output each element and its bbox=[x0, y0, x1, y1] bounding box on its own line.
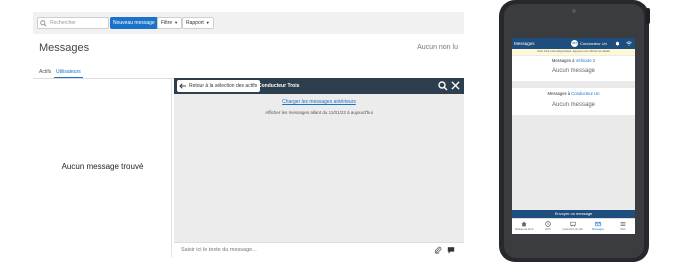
chevron-down-icon: ▼ bbox=[174, 20, 179, 25]
nav-item-dashboard[interactable]: Tableau de bord bbox=[512, 220, 536, 231]
tab-bar: Actifs Utilisateurs bbox=[33, 65, 464, 79]
message-card[interactable]: Messages à Conducteur Un Aucun message bbox=[512, 88, 635, 115]
user-name[interactable]: Conducteur Un bbox=[580, 38, 607, 49]
tablet-screen: Messages CU Conducteur Un Votre GO1 a ét… bbox=[512, 38, 635, 234]
search-placeholder: Rechercher bbox=[50, 20, 76, 26]
message-input-placeholder: Saisir ici le texte du message... bbox=[181, 247, 257, 253]
toolbar: Rechercher Nouveau message Filtre ▼ Rappo… bbox=[33, 12, 464, 34]
nav-item-messages[interactable]: Messages bbox=[586, 220, 610, 231]
new-message-button[interactable]: Nouveau message bbox=[110, 17, 158, 29]
card-heading: Messages à Conducteur Un bbox=[512, 91, 635, 96]
card-body: Aucun message bbox=[551, 68, 596, 74]
tablet-device: Messages CU Conducteur Un Votre GO1 a ét… bbox=[499, 0, 649, 262]
nav-item-more[interactable]: Plus bbox=[611, 220, 635, 231]
card-body: Aucun message bbox=[551, 102, 596, 108]
nav-item-inspection[interactable]: Inspection du véh. bbox=[561, 220, 585, 231]
message-card[interactable]: Messages à Véhicule 2 Aucun message bbox=[512, 56, 635, 81]
camera bbox=[572, 9, 576, 13]
page-title: Messages bbox=[39, 42, 90, 54]
nav-label: Plus bbox=[620, 228, 626, 231]
bell-icon[interactable] bbox=[615, 41, 620, 46]
nav-label: Tableau de bord bbox=[514, 228, 534, 231]
filter-dropdown[interactable]: Filtre ▼ bbox=[157, 17, 183, 29]
send-message-button[interactable]: Envoyer un message bbox=[512, 210, 635, 218]
mail-icon bbox=[595, 221, 601, 227]
back-label: Retour à la sélection des actifs bbox=[189, 83, 258, 89]
desktop-app: Rechercher Nouveau message Filtre ▼ Rappo… bbox=[33, 12, 464, 257]
back-to-assets-button[interactable]: Retour à la sélection des actifs bbox=[177, 80, 261, 92]
search-icon bbox=[40, 20, 47, 27]
nav-label: HOS bbox=[545, 228, 551, 231]
mobile-header: Messages CU Conducteur Un bbox=[512, 38, 635, 49]
tablet-side-button bbox=[646, 8, 650, 24]
search-icon[interactable] bbox=[438, 81, 448, 91]
conversation-name: Conducteur Trois bbox=[258, 83, 300, 89]
bottom-nav: Tableau de bord HOS Inspection du véh. M… bbox=[512, 218, 635, 234]
menu-icon bbox=[620, 222, 626, 226]
mobile-title: Messages bbox=[514, 41, 535, 46]
truck-icon bbox=[570, 221, 576, 227]
card-target-link[interactable]: Conducteur Un bbox=[571, 91, 599, 96]
load-previous-link[interactable]: Charger les messages antérieurs bbox=[174, 99, 464, 105]
unread-status: Aucun non lu bbox=[417, 44, 458, 51]
message-send-icon[interactable] bbox=[447, 246, 455, 254]
message-input[interactable]: Saisir ici le texte du message... bbox=[174, 242, 464, 257]
wifi-icon bbox=[626, 41, 632, 46]
date-range-info: Afficher les messages allant du 11/01/22… bbox=[265, 110, 373, 115]
report-dropdown[interactable]: Rapport ▼ bbox=[182, 17, 214, 29]
conversation-header: Retour à la sélection des actifs Conduct… bbox=[174, 78, 464, 94]
close-icon[interactable] bbox=[451, 81, 460, 90]
nav-item-hos[interactable]: HOS bbox=[536, 220, 560, 231]
tab-actifs[interactable]: Actifs bbox=[37, 67, 53, 77]
paperclip-icon[interactable] bbox=[434, 246, 442, 254]
card-prefix: Messages à bbox=[551, 58, 575, 63]
conversation-panel: Retour à la sélection des actifs Conduct… bbox=[174, 78, 464, 257]
filter-label: Filtre bbox=[161, 20, 173, 26]
notification-banner[interactable]: Votre GO1 a été diagnostiqué. Appuyez po… bbox=[512, 49, 635, 55]
home-icon bbox=[521, 221, 527, 227]
arrow-left-icon bbox=[179, 83, 186, 89]
chevron-down-icon: ▼ bbox=[205, 20, 210, 25]
clock-icon bbox=[545, 221, 551, 227]
card-target-link[interactable]: Véhicule 2 bbox=[576, 58, 596, 63]
message-list-pane: Aucun message trouvé bbox=[33, 79, 172, 257]
avatar[interactable]: CU bbox=[571, 40, 578, 47]
card-prefix: Messages à bbox=[547, 91, 571, 96]
report-label: Rapport bbox=[186, 20, 204, 26]
tab-utilisateurs[interactable]: Utilisateurs bbox=[54, 67, 83, 78]
nav-label: Inspection du véh. bbox=[562, 228, 584, 231]
card-heading: Messages à Véhicule 2 bbox=[512, 58, 635, 63]
search-input[interactable]: Rechercher bbox=[37, 17, 109, 29]
nav-label: Messages bbox=[592, 228, 604, 231]
empty-state: Aucun message trouvé bbox=[61, 162, 144, 171]
